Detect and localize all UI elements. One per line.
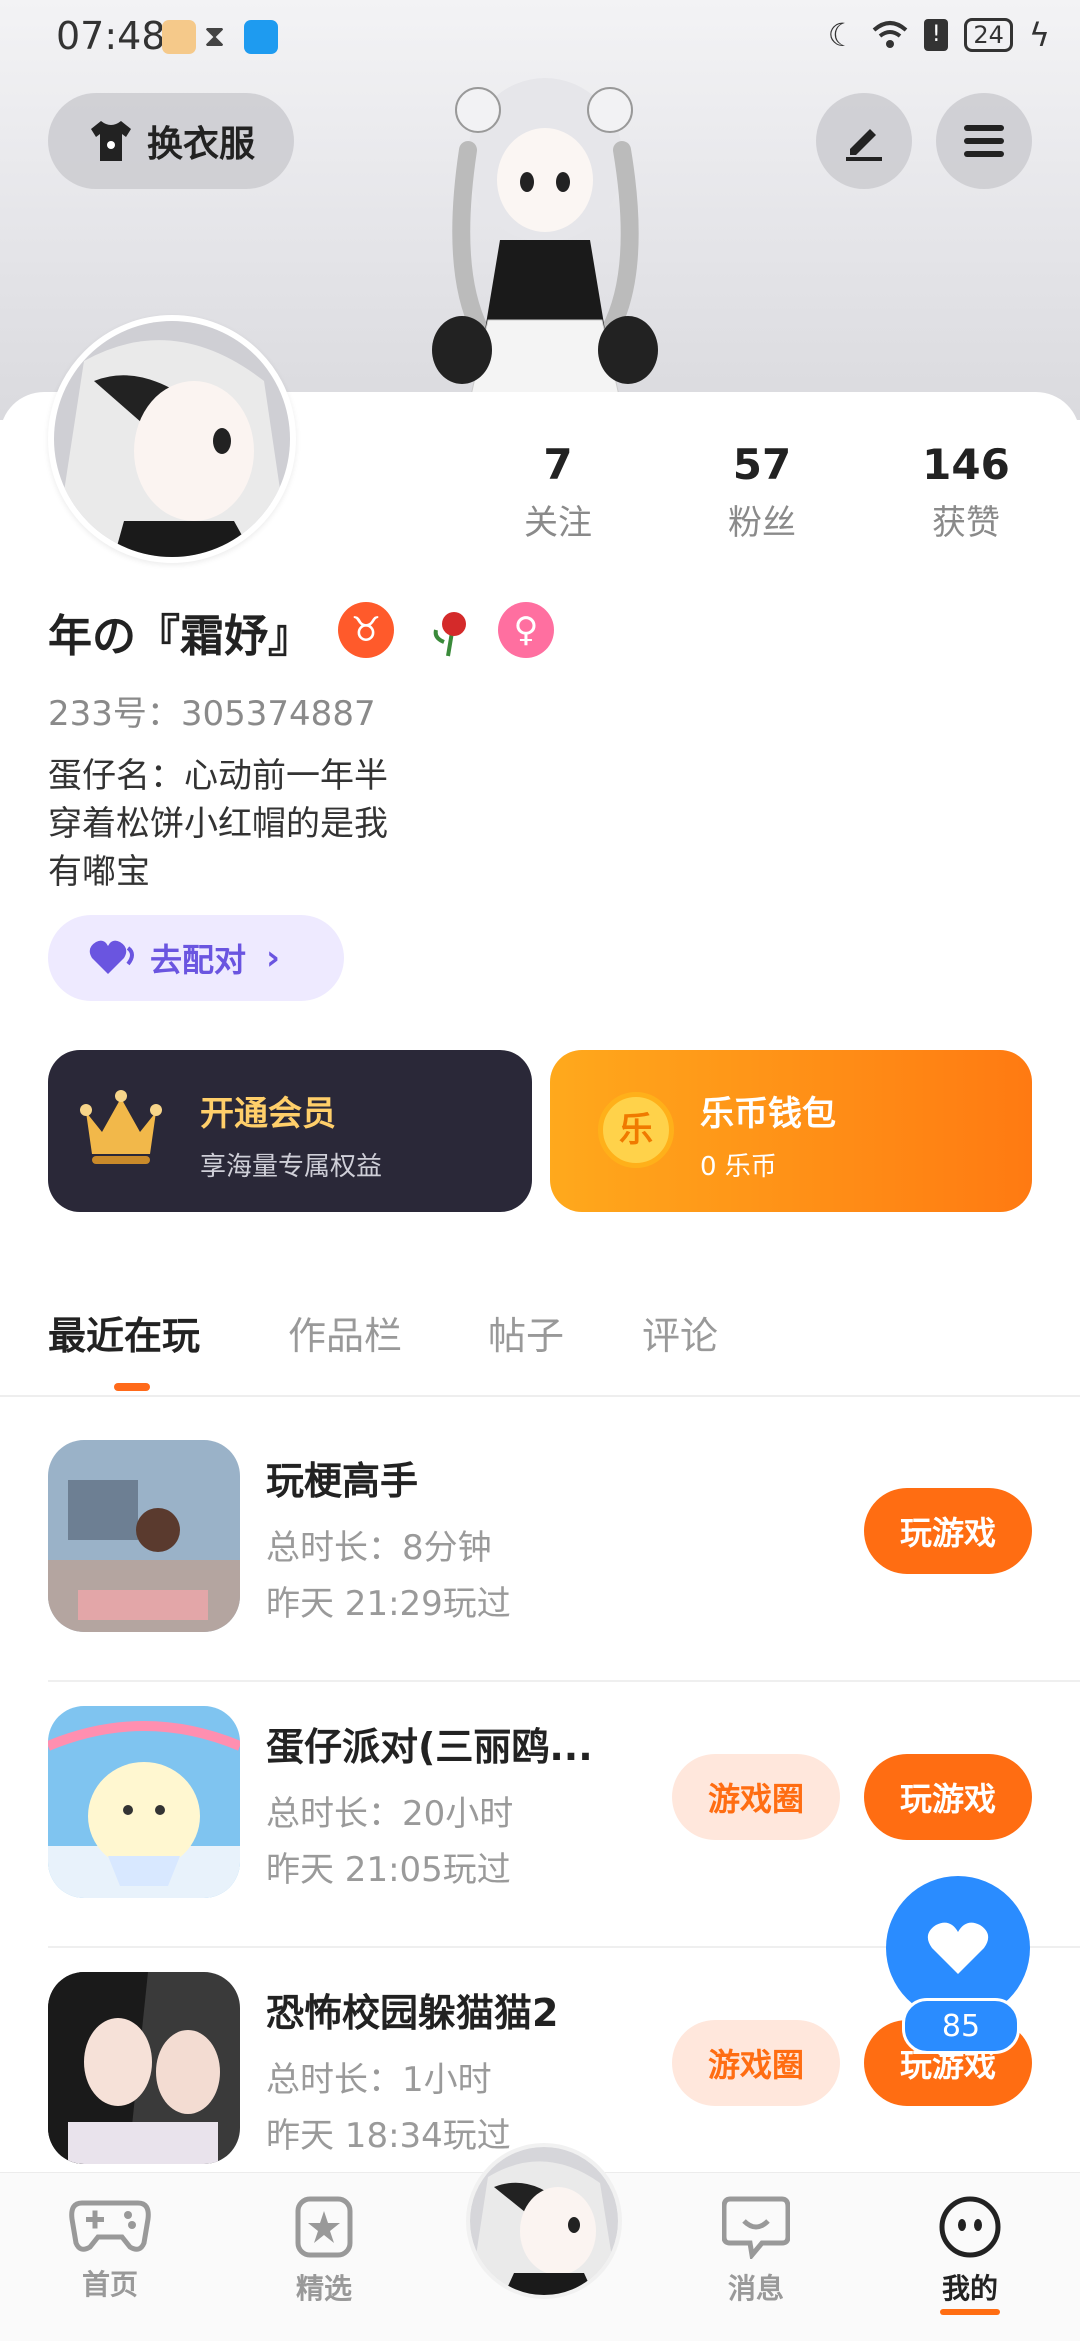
- taurus-badge-icon[interactable]: ♉: [338, 602, 394, 658]
- match-label: 去配对: [150, 941, 247, 979]
- stat-label: 关注: [524, 503, 592, 543]
- stat-likes[interactable]: 146 获赞: [886, 440, 1046, 544]
- female-badge-icon[interactable]: ♀: [498, 602, 554, 658]
- tab-comments[interactable]: 评论: [642, 1305, 718, 1360]
- nav-label: 消息: [727, 2272, 784, 2305]
- game-duration: 总时长：20小时: [266, 1794, 514, 1834]
- chat-icon: [721, 2196, 791, 2261]
- heart-icon: [927, 1922, 989, 1974]
- tab-recent-played[interactable]: 最近在玩: [48, 1305, 200, 1360]
- wallet-card[interactable]: 乐 乐币钱包 0 乐币: [550, 1050, 1032, 1212]
- content-tabs: 最近在玩 作品栏 帖子 评论: [0, 1295, 1080, 1397]
- tab-posts[interactable]: 帖子: [488, 1305, 564, 1360]
- nav-label: 精选: [295, 2272, 352, 2305]
- bio-line: 蛋仔名：心动前一年半: [48, 756, 388, 796]
- battery-icon: 24: [964, 18, 1013, 52]
- vip-card[interactable]: 开通会员 享海量专属权益: [48, 1050, 532, 1212]
- game-name: 恐怖校园躲猫猫2: [266, 1991, 559, 2035]
- search-app-icon: [244, 20, 278, 54]
- gamepad-icon: [69, 2200, 151, 2252]
- stat-label: 粉丝: [728, 503, 796, 543]
- tab-works[interactable]: 作品栏: [288, 1305, 402, 1360]
- vip-title: 开通会员: [200, 1094, 336, 1134]
- stat-following[interactable]: 7 关注: [478, 440, 638, 544]
- wallet-title: 乐币钱包: [700, 1094, 836, 1134]
- game-last-played: 昨天 21:05玩过: [266, 1850, 511, 1890]
- game-icon: [48, 1706, 240, 1898]
- app-notification-icon: [162, 20, 196, 54]
- stat-value: 7: [543, 440, 573, 489]
- nav-featured[interactable]: 精选: [254, 2195, 394, 2307]
- nav-label: 我的: [941, 2272, 998, 2305]
- game-name: 蛋仔派对(三丽鸥...: [266, 1725, 593, 1769]
- heart-pair-icon: [89, 940, 134, 974]
- like-count-badge: 85: [902, 1998, 1020, 2054]
- nav-profile[interactable]: 我的: [900, 2195, 1040, 2315]
- game-last-played: 昨天 21:29玩过: [266, 1584, 511, 1624]
- stat-value: 146: [922, 440, 1010, 489]
- game-circle-button[interactable]: 游戏圈: [672, 2020, 840, 2106]
- profile-stats: 7 关注 57 粉丝 146 获赞: [0, 440, 1080, 550]
- game-icon: [48, 1972, 240, 2164]
- coin-icon: 乐: [598, 1092, 674, 1168]
- game-last-played: 昨天 18:34玩过: [266, 2116, 511, 2156]
- game-duration: 总时长：8分钟: [266, 1528, 492, 1568]
- alert-icon: !: [924, 19, 949, 51]
- stat-label: 获赞: [932, 503, 1000, 543]
- wifi-icon: [873, 21, 908, 48]
- user-id: 233号：305374887: [48, 694, 376, 734]
- face-icon: [939, 2196, 1001, 2258]
- active-nav-indicator: [940, 2309, 1000, 2315]
- tshirt-icon: [90, 121, 131, 161]
- charging-icon: ϟ: [1028, 16, 1050, 54]
- play-game-button[interactable]: 玩游戏: [864, 1488, 1032, 1574]
- change-outfit-button[interactable]: 换衣服: [48, 93, 294, 189]
- star-icon: [295, 2196, 353, 2258]
- game-icon: [48, 1440, 240, 1632]
- match-button[interactable]: 去配对 ›: [48, 915, 344, 1001]
- change-outfit-label: 换衣服: [146, 124, 255, 165]
- wallet-balance: 0 乐币: [700, 1152, 777, 1182]
- nav-label: 首页: [81, 2268, 138, 2301]
- vip-subtitle: 享海量专属权益: [200, 1152, 383, 1182]
- active-tab-indicator: [114, 1383, 150, 1391]
- list-item-game[interactable]: 玩梗高手 总时长：8分钟 昨天 21:29玩过 玩游戏: [0, 1416, 1080, 1682]
- status-bar: 07:48 ⧗ ☾ ! 24 ϟ: [0, 0, 1080, 76]
- nav-home[interactable]: 首页: [40, 2195, 180, 2303]
- game-circle-button[interactable]: 游戏圈: [672, 1754, 840, 1840]
- chevron-right-icon: ›: [266, 938, 281, 978]
- avatar-character-figure[interactable]: [410, 70, 680, 400]
- pencil-icon: [846, 129, 882, 161]
- game-duration: 总时长：1小时: [266, 2060, 492, 2100]
- avatar-image: [470, 2147, 618, 2295]
- edit-profile-button[interactable]: [816, 93, 912, 189]
- nav-messages[interactable]: 消息: [686, 2195, 826, 2307]
- bio-line: 穿着松饼小红帽的是我: [48, 804, 388, 844]
- hourglass-icon: ⧗: [204, 19, 226, 54]
- rose-badge-icon[interactable]: [424, 602, 480, 658]
- stat-value: 57: [732, 440, 792, 489]
- status-time: 07:48: [56, 14, 166, 58]
- menu-button[interactable]: [936, 93, 1032, 189]
- bottom-navigation: 首页 精选 消息 我的: [0, 2143, 1080, 2341]
- hamburger-menu-icon: [964, 125, 1004, 157]
- bio-line: 有嘟宝: [48, 852, 150, 892]
- crown-icon: [80, 1090, 162, 1164]
- stat-followers[interactable]: 57 粉丝: [682, 440, 842, 544]
- nav-center-avatar[interactable]: [466, 2143, 622, 2299]
- play-game-button[interactable]: 玩游戏: [864, 1754, 1032, 1840]
- bio: 蛋仔名：心动前一年半 穿着松饼小红帽的是我 有嘟宝: [48, 752, 388, 896]
- game-name: 玩梗高手: [266, 1459, 419, 1503]
- nickname: 年の『霜妤』: [48, 611, 312, 662]
- moon-icon: ☾: [827, 16, 857, 54]
